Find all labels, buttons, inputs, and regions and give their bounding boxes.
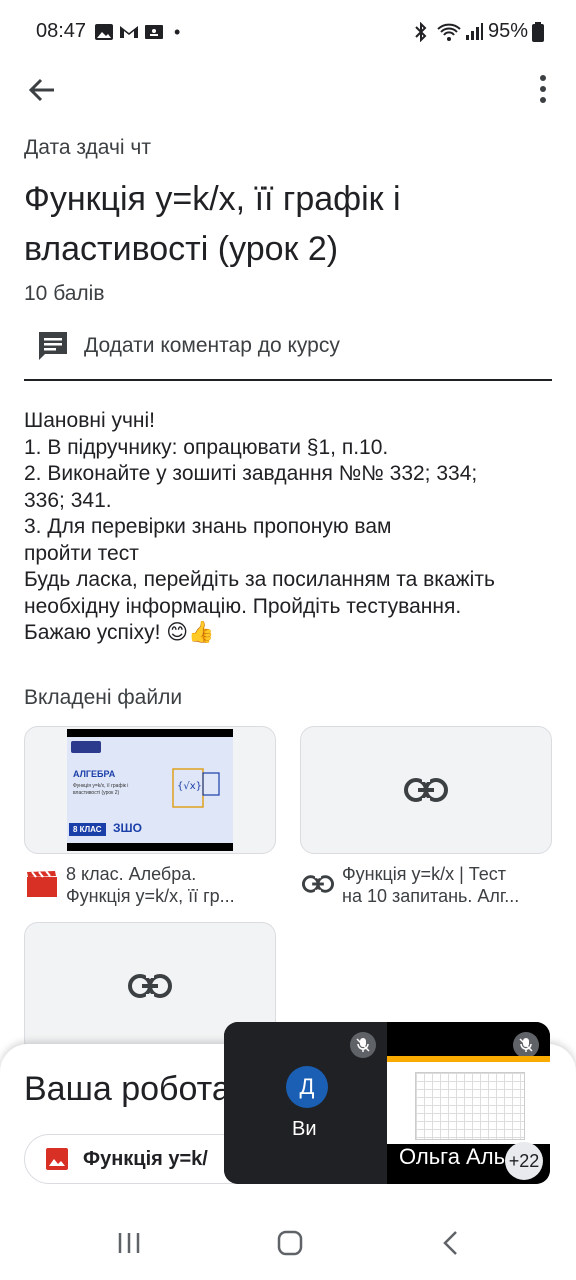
points: 10 балів <box>24 282 105 305</box>
navigation-bar <box>0 1204 576 1280</box>
add-class-comment-button[interactable]: Додати коментар до курсу <box>36 326 340 366</box>
description-line: пройти тест <box>24 541 139 565</box>
more-options-button[interactable] <box>528 70 558 110</box>
due-date: Дата здачі чт <box>24 136 151 159</box>
link-icon <box>302 875 334 893</box>
battery-icon <box>532 22 544 42</box>
signal-icon <box>466 23 483 40</box>
description-line: 2. Виконайте у зошиті завдання №№ 332; 3… <box>24 462 478 485</box>
back-button[interactable] <box>22 70 62 110</box>
link-icon <box>404 778 448 802</box>
attachment-caption-link[interactable]: Функція y=k/x | Тест на 10 запитань. Алг… <box>342 863 562 907</box>
wifi-icon <box>437 23 461 41</box>
attachment-card-video[interactable]: АЛГЕБРА Функція y=k/x, її графік і власт… <box>24 726 276 854</box>
self-label: Ви <box>292 1118 317 1140</box>
description-line: Бажаю успіху! 😊👍 <box>24 621 215 644</box>
caption-line: Функція y=k/x, її гр... <box>66 886 235 906</box>
notification-dot-icon: • <box>174 22 181 42</box>
gmail-icon <box>120 26 138 38</box>
bluetooth-icon <box>415 22 427 42</box>
more-vert-icon <box>540 75 546 103</box>
battery-percent: 95% <box>488 20 529 42</box>
back-nav-icon[interactable] <box>438 1230 464 1256</box>
self-tile: Д Ви <box>224 1022 387 1184</box>
home-icon[interactable] <box>276 1230 304 1256</box>
description-line: 336; 341. <box>24 488 112 512</box>
svg-text:{√x}: {√x} <box>177 781 202 792</box>
caption-line: Функція y=k/x | Тест <box>342 864 506 884</box>
description-line: 3. Для перевірки знань пропоную вам <box>24 515 392 538</box>
status-time: 08:47 <box>36 20 87 42</box>
thumb-subtitle: Функція y=k/x, її графік і властивості (… <box>73 783 129 796</box>
screen-share-preview <box>387 1056 550 1144</box>
video-thumbnail: АЛГЕБРА Функція y=k/x, її графік і власт… <box>67 729 233 851</box>
status-bar: 08:47 • 95% <box>0 0 576 64</box>
caption-line: 8 клас. Алебра. <box>66 864 197 884</box>
your-work-file-label: Функція y=k/ <box>83 1147 208 1170</box>
thumb-logo: ЗШО <box>113 821 142 835</box>
video-icon <box>27 870 57 897</box>
avatar: Д <box>286 1066 328 1108</box>
more-participants-badge[interactable]: +22 <box>505 1142 543 1180</box>
thumb-subject: АЛГЕБРА <box>73 769 116 779</box>
caption-line: на 10 запитань. Алг... <box>342 886 520 906</box>
attachments-heading: Вкладені файли <box>24 686 183 709</box>
classroom-icon <box>145 25 163 39</box>
mic-off-icon <box>513 1032 539 1058</box>
gallery-icon <box>95 24 113 40</box>
arrow-back-icon <box>28 78 54 102</box>
description-line: Будь ласка, перейдіть за посиланням та в… <box>24 568 495 591</box>
video-call-overlay[interactable]: Д Ви Ольга Аль +22 <box>224 1022 550 1184</box>
formula-sketch-icon: {√x} <box>172 768 220 808</box>
thumbnail-slide: АЛГЕБРА Функція y=k/x, її графік і власт… <box>67 737 233 843</box>
description-line: необхідну інформацію. Пройдіть тестуванн… <box>24 594 462 618</box>
description-line: Шановні учні! <box>24 409 155 432</box>
participant-tile: Ольга Аль +22 <box>387 1022 550 1184</box>
description-line: 1. В підручнику: опрацювати §1, п.10. <box>24 435 389 459</box>
divider <box>24 379 552 381</box>
link-icon <box>128 974 172 998</box>
attachment-caption-video[interactable]: 8 клас. Алебра. Функція y=k/x, її гр... <box>66 863 276 907</box>
add-comment-label: Додати коментар до курсу <box>84 334 340 357</box>
your-work-title: Ваша робота <box>24 1070 231 1108</box>
comment-icon <box>39 332 67 360</box>
attachment-card-link[interactable] <box>300 726 552 854</box>
participant-name: Ольга Аль <box>399 1144 506 1169</box>
logo-icon <box>71 741 101 753</box>
image-icon <box>46 1148 68 1170</box>
assignment-description: Шановні учні! 1. В підручнику: опрацюват… <box>24 408 564 647</box>
mic-off-icon <box>350 1032 376 1058</box>
recent-apps-icon[interactable] <box>116 1230 142 1256</box>
thumb-badge: 8 КЛАС <box>69 823 106 836</box>
assignment-title: Функція y=k/x, її графік і властивості (… <box>24 180 401 268</box>
